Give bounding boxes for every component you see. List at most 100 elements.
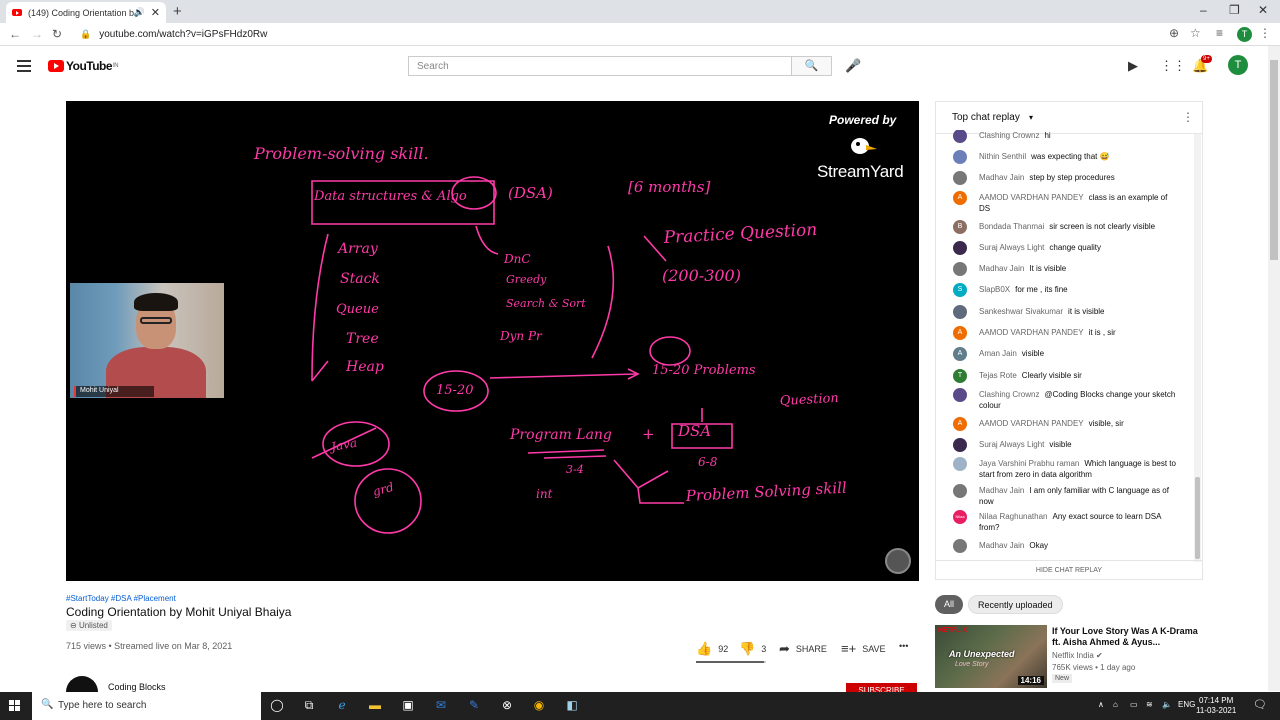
menu-icon[interactable] <box>17 60 31 72</box>
chat-author-avatar[interactable] <box>953 539 967 553</box>
bookmark-star-icon[interactable]: ☆ <box>1190 26 1201 40</box>
speaker-icon[interactable]: 🔊 <box>134 7 145 18</box>
chat-author-name[interactable]: Sankeshwar Sivakumar <box>979 307 1063 316</box>
chat-author-name[interactable]: Madhav Jain <box>979 486 1024 495</box>
chat-author-avatar[interactable]: A <box>953 191 967 205</box>
youtube-logo[interactable]: YouTube IN <box>48 59 119 73</box>
save-button[interactable]: ≡+ SAVE <box>841 641 886 656</box>
edge-icon[interactable]: ℯ <box>334 698 350 714</box>
cortana-icon[interactable]: ◯ <box>269 698 285 714</box>
chat-author-name[interactable]: Jaya Varshini Prabhu raman <box>979 459 1079 468</box>
chat-author-avatar[interactable] <box>953 484 967 498</box>
restore-icon[interactable]: ❐ <box>1229 3 1240 17</box>
chat-scrollbar[interactable] <box>1194 134 1201 562</box>
browser-tab-youtube[interactable]: (149) Coding Orientation by 🔊 ✕ <box>6 2 166 23</box>
chat-author-name[interactable]: Tejas Rote <box>979 371 1017 380</box>
chat-author-avatar[interactable]: Nilaa <box>953 510 967 524</box>
url-field[interactable]: 🔒 youtube.com/watch?v=iGPsFHdz0Rw <box>72 25 1190 44</box>
apps-grid-icon[interactable]: ⋮⋮ <box>1160 58 1186 74</box>
chat-author-name[interactable]: Bondada Thanmai <box>979 222 1044 231</box>
chat-author-avatar[interactable]: B <box>953 220 967 234</box>
chevron-down-icon[interactable]: ▾ <box>1029 113 1033 122</box>
chat-author-avatar[interactable] <box>953 262 967 276</box>
windows-start-icon[interactable] <box>9 700 21 712</box>
tray-volume-icon[interactable]: 🔈 <box>1162 700 1172 709</box>
dislike-button[interactable]: 👎 3 <box>739 641 766 657</box>
chat-author-avatar[interactable] <box>953 171 967 185</box>
task-view-icon[interactable]: ⧉ <box>301 698 317 714</box>
hide-chat-replay-button[interactable]: HIDE CHAT REPLAY <box>936 560 1202 580</box>
page-scroll-thumb[interactable] <box>1270 60 1278 260</box>
close-window-icon[interactable]: ✕ <box>1258 3 1268 17</box>
chrome-icon[interactable]: ◉ <box>531 698 547 714</box>
install-icon[interactable]: ⊕ <box>1169 26 1179 40</box>
tray-battery-icon[interactable]: ▭ <box>1130 700 1138 709</box>
channel-name[interactable]: Coding Blocks <box>108 682 166 692</box>
new-tab-button[interactable]: + <box>173 3 182 20</box>
tray-chevron-icon[interactable]: ∧ <box>1098 700 1104 709</box>
chip-recently-uploaded[interactable]: Recently uploaded <box>968 595 1063 614</box>
search-button[interactable]: 🔍 <box>792 56 832 76</box>
chat-author-name[interactable]: Aman Jain <box>979 349 1017 358</box>
tray-network-icon[interactable]: ⌂ <box>1113 700 1118 709</box>
chat-author-name[interactable]: Nilaa Raghunathan <box>979 512 1048 521</box>
chat-author-avatar[interactable] <box>953 130 967 143</box>
chat-author-avatar[interactable]: T <box>953 369 967 383</box>
chat-author-name[interactable]: Madhav Jain <box>979 173 1024 182</box>
mail-icon[interactable]: ✉ <box>433 698 449 714</box>
chat-author-avatar[interactable] <box>953 438 967 452</box>
more-actions-icon[interactable]: ••• <box>899 641 908 651</box>
recommendation-thumbnail[interactable]: NETFLIX An Unexpected Love Story 14:16 <box>935 625 1047 688</box>
browser-profile-avatar[interactable]: T <box>1237 27 1252 42</box>
close-tab-icon[interactable]: ✕ <box>151 6 160 19</box>
search-input[interactable]: Search <box>408 56 792 76</box>
back-icon[interactable]: ← <box>9 27 21 41</box>
file-explorer-icon[interactable]: ▬ <box>367 698 383 714</box>
chat-author-name[interactable]: AAMOD VARDHAN PANDEY <box>979 193 1084 202</box>
taskbar-clock[interactable]: 07:14 PM 11-03-2021 <box>1196 696 1236 716</box>
chat-mode-dropdown[interactable]: Top chat replay <box>952 112 1020 123</box>
recommendation-channel[interactable]: Netflix India ✔ <box>1052 651 1103 660</box>
like-button[interactable]: 👍 92 <box>696 641 728 657</box>
share-button[interactable]: ➦ SHARE <box>779 641 827 657</box>
reading-list-icon[interactable]: ≡ <box>1216 26 1223 40</box>
whiteboard-app-icon[interactable]: ✎ <box>466 698 482 714</box>
chat-author-name[interactable]: Nithin Senthil <box>979 152 1026 161</box>
chat-author-avatar[interactable]: A <box>953 347 967 361</box>
chat-author-avatar[interactable]: A <box>953 326 967 340</box>
chat-author-name[interactable]: Clashing Crownz <box>979 390 1039 399</box>
chat-author-name[interactable]: Suraj Always Light <box>979 243 1044 252</box>
xbox-icon[interactable]: ⊗ <box>499 698 515 714</box>
store-icon[interactable]: ▣ <box>400 698 416 714</box>
taskbar-search-input[interactable]: 🔍 Type here to search <box>32 692 261 720</box>
video-player[interactable]: Problem-solving skill. Data structures & … <box>66 101 919 581</box>
chat-author-name[interactable]: AAMOD VARDHAN PANDEY <box>979 419 1084 428</box>
create-video-icon[interactable]: ▶ <box>1128 58 1138 74</box>
chat-author-name[interactable]: Madhav Jain <box>979 541 1024 550</box>
chat-author-name[interactable]: Suraj Always Light <box>979 440 1044 449</box>
language-indicator[interactable]: ENG <box>1178 700 1195 709</box>
action-center-icon[interactable]: 🗨 <box>1253 698 1267 711</box>
voice-search-icon[interactable]: 🎤 <box>845 58 861 74</box>
minimize-icon[interactable]: – <box>1200 3 1207 17</box>
chat-author-name[interactable]: SlapB0X <box>979 285 1010 294</box>
page-scrollbar[interactable] <box>1268 46 1280 691</box>
browser-menu-icon[interactable]: ⋮ <box>1259 26 1271 40</box>
app-window-icon[interactable]: ◧ <box>564 698 580 714</box>
recommendation-title[interactable]: If Your Love Story Was A K-Drama ft. Ais… <box>1052 626 1202 648</box>
forward-icon[interactable]: → <box>31 27 43 41</box>
chat-more-icon[interactable]: ⋮ <box>1182 110 1194 124</box>
video-hashtags[interactable]: #StartToday #DSA #Placement <box>66 594 176 603</box>
chat-author-avatar[interactable] <box>953 457 967 471</box>
tray-wifi-icon[interactable]: ≋ <box>1146 700 1153 709</box>
chat-author-avatar[interactable] <box>953 241 967 255</box>
chat-author-avatar[interactable] <box>953 305 967 319</box>
reload-icon[interactable]: ↻ <box>52 27 62 41</box>
chat-author-avatar[interactable]: A <box>953 417 967 431</box>
chat-author-avatar[interactable] <box>953 150 967 164</box>
chat-author-name[interactable]: Clashing Crownz <box>979 131 1039 140</box>
chip-all[interactable]: All <box>935 595 964 614</box>
chat-author-avatar[interactable]: S <box>953 283 967 297</box>
chat-author-name[interactable]: Madhav Jain <box>979 264 1024 273</box>
chat-author-avatar[interactable] <box>953 388 967 402</box>
